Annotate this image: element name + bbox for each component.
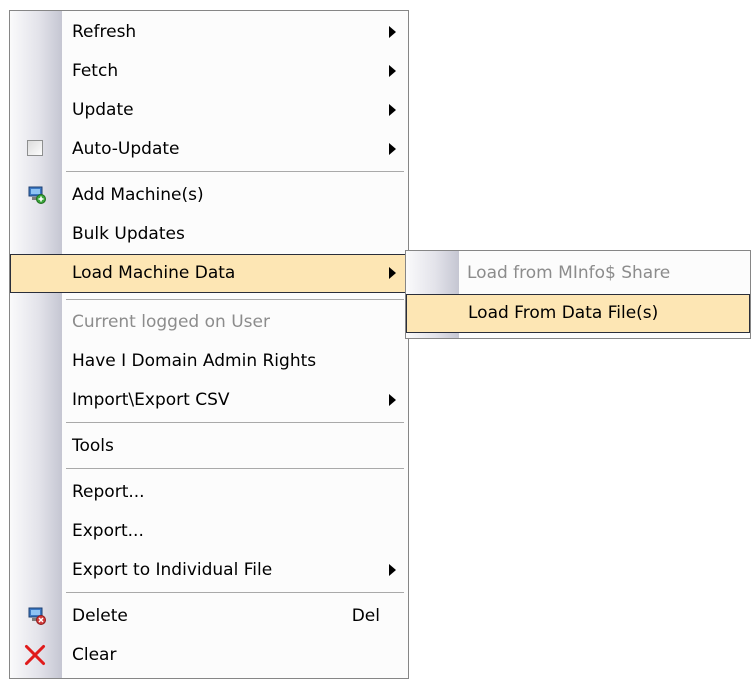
menu-item-label: Tools: [72, 436, 114, 456]
load-machine-data-submenu: Load from MInfo$ Share Load From Data Fi…: [405, 250, 751, 339]
menu-separator: [66, 171, 404, 172]
menu-separator: [66, 592, 404, 593]
menu-item-import-export-csv[interactable]: Import\Export CSV: [10, 381, 408, 420]
menu-item-update[interactable]: Update: [10, 91, 408, 130]
menu-item-tools[interactable]: Tools: [10, 427, 408, 466]
submenu-arrow-icon: [389, 143, 396, 155]
menu-item-bulk-updates[interactable]: Bulk Updates: [10, 215, 408, 254]
menu-item-domain-admin-rights[interactable]: Have I Domain Admin Rights: [10, 342, 408, 381]
red-x-icon: [24, 644, 46, 666]
menu-item-label: Report...: [72, 482, 145, 502]
menu-item-label: Delete: [72, 606, 128, 626]
submenu-item-load-from-share: Load from MInfo$ Share: [406, 254, 750, 293]
submenu-arrow-icon: [389, 26, 396, 38]
menu-item-clear[interactable]: Clear: [10, 636, 408, 675]
menu-item-auto-update[interactable]: Auto-Update: [10, 130, 408, 169]
menu-item-report[interactable]: Report...: [10, 473, 408, 512]
menu-item-label: Auto-Update: [72, 139, 180, 159]
menu-item-label: Load from MInfo$ Share: [467, 263, 671, 283]
submenu-arrow-icon: [389, 394, 396, 406]
menu-separator: [66, 299, 404, 300]
menu-item-label: Add Machine(s): [72, 185, 204, 205]
menu-item-refresh[interactable]: Refresh: [10, 13, 408, 52]
submenu-arrow-icon: [389, 65, 396, 77]
submenu-arrow-icon: [389, 267, 396, 279]
computer-add-icon: [28, 186, 46, 204]
menu-item-label: Update: [72, 100, 134, 120]
computer-delete-icon: [28, 607, 46, 625]
menu-item-label: Have I Domain Admin Rights: [72, 351, 317, 371]
menu-item-current-logged-on-user: Current logged on User: [10, 303, 408, 342]
menu-item-label: Export to Individual File: [72, 560, 273, 580]
menu-item-label: Export...: [72, 521, 144, 541]
menu-item-load-machine-data[interactable]: Load Machine Data: [10, 254, 408, 293]
menu-item-label: Import\Export CSV: [72, 390, 230, 410]
shortcut-label: Del: [351, 606, 380, 626]
checkbox-icon: [27, 140, 43, 156]
menu-item-label: Load From Data File(s): [468, 303, 659, 323]
menu-item-label: Fetch: [72, 61, 119, 81]
submenu-arrow-icon: [389, 104, 396, 116]
menu-item-label: Load Machine Data: [72, 263, 236, 283]
menu-separator: [66, 422, 404, 423]
menu-item-delete[interactable]: Delete Del: [10, 597, 408, 636]
menu-item-export-individual-file[interactable]: Export to Individual File: [10, 551, 408, 590]
menu-item-add-machine[interactable]: Add Machine(s): [10, 176, 408, 215]
menu-item-label: Current logged on User: [72, 312, 270, 332]
menu-separator: [66, 468, 404, 469]
submenu-arrow-icon: [389, 564, 396, 576]
menu-item-label: Clear: [72, 645, 117, 665]
menu-item-export[interactable]: Export...: [10, 512, 408, 551]
menu-item-fetch[interactable]: Fetch: [10, 52, 408, 91]
menu-item-label: Bulk Updates: [72, 224, 185, 244]
menu-item-label: Refresh: [72, 22, 137, 42]
context-menu: Refresh Fetch Update Auto-Update Add Mac…: [9, 10, 409, 679]
submenu-item-load-from-data-file[interactable]: Load From Data File(s): [406, 294, 750, 333]
